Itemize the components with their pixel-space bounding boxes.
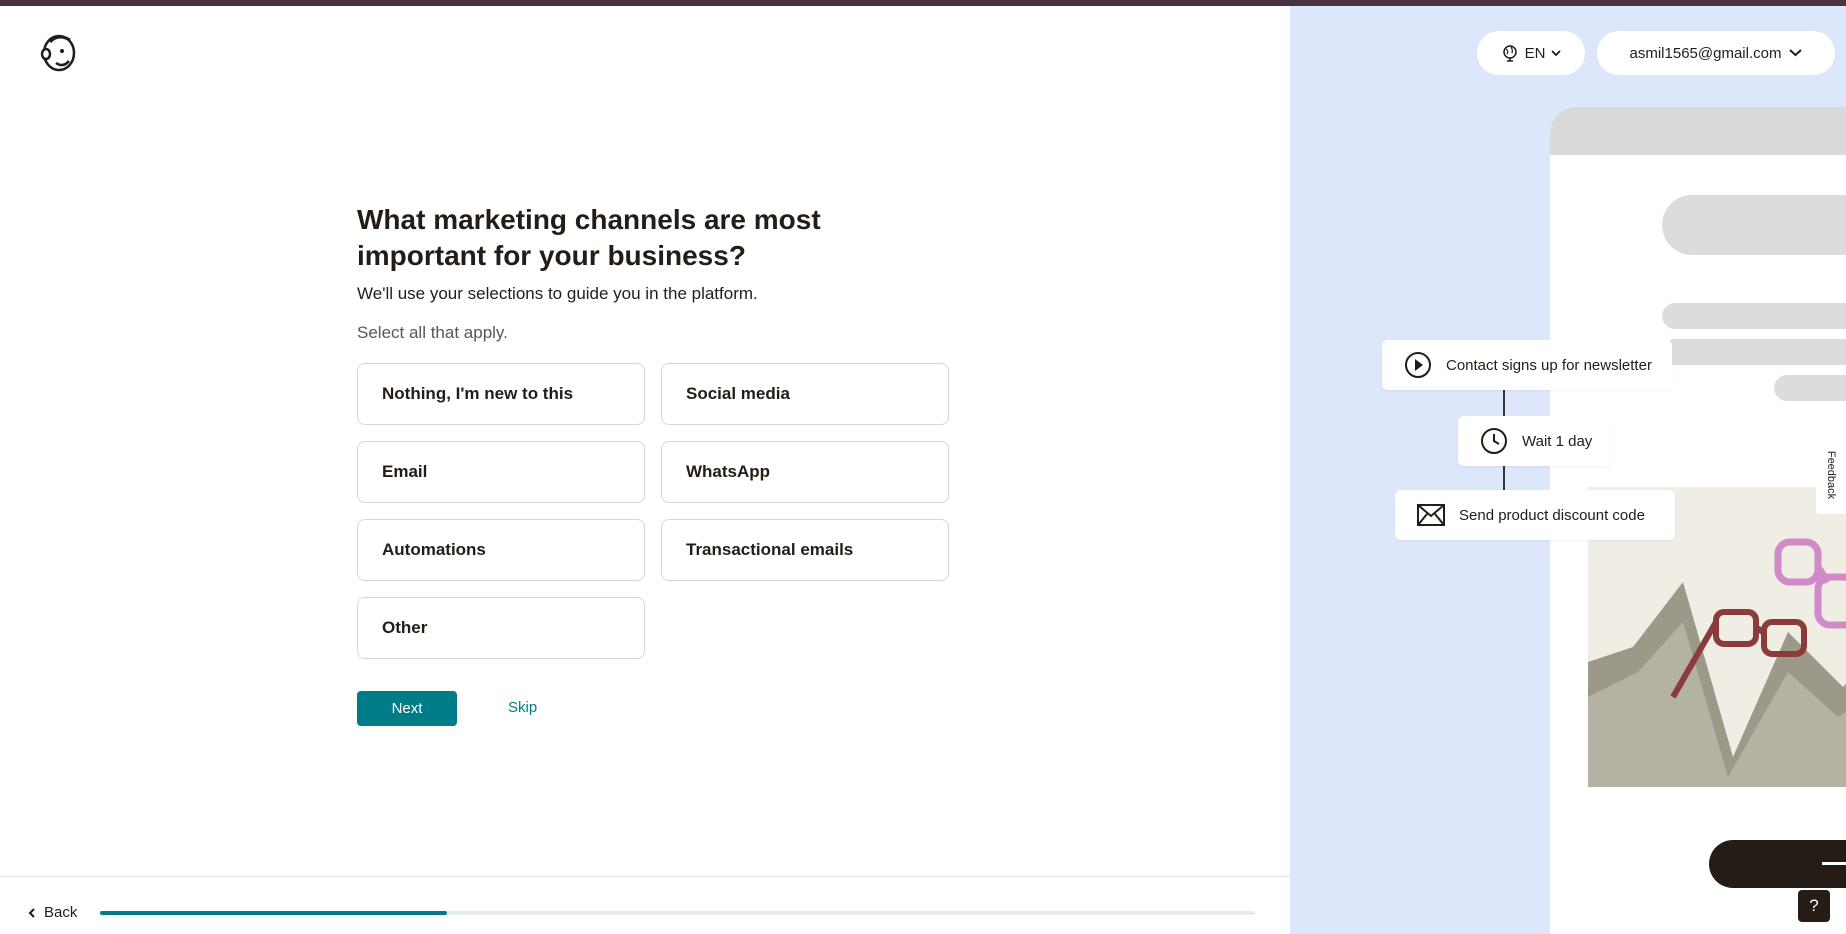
flow-step-send: Send product discount code <box>1395 490 1675 540</box>
flow-step-label: Wait 1 day <box>1522 432 1593 450</box>
play-circle-icon <box>1405 352 1431 378</box>
flow-step-label: Contact signs up for newsletter <box>1446 356 1652 374</box>
feedback-tab[interactable]: Feedback <box>1816 436 1846 514</box>
back-label: Back <box>44 904 78 921</box>
option-other[interactable]: Other <box>357 597 645 659</box>
envelope-icon <box>1417 504 1445 526</box>
mockup-header <box>1550 107 1846 155</box>
language-label: EN <box>1524 44 1546 62</box>
clock-icon <box>1481 428 1507 454</box>
page-title: What marketing channels are most importa… <box>357 204 821 271</box>
account-email: asmil1565@gmail.com <box>1629 44 1782 62</box>
flow-step-wait: Wait 1 day <box>1458 416 1612 466</box>
question-block: What marketing channels are most importa… <box>357 202 957 344</box>
mockup-placeholder <box>1774 375 1846 401</box>
globe-icon <box>1502 45 1517 62</box>
flow-connector <box>1503 462 1505 492</box>
option-whatsapp[interactable]: WhatsApp <box>661 441 949 503</box>
flow-step-signup: Contact signs up for newsletter <box>1382 340 1672 390</box>
feedback-label: Feedback <box>1825 450 1837 500</box>
chevron-down-icon <box>1789 49 1803 57</box>
flow-connector <box>1503 388 1505 418</box>
preview-cta-button <box>1709 840 1846 888</box>
help-button[interactable]: ? <box>1798 890 1830 922</box>
mockup-placeholder <box>1662 303 1846 329</box>
progress-fill <box>100 911 447 915</box>
account-menu[interactable]: asmil1565@gmail.com <box>1597 31 1835 75</box>
option-automations[interactable]: Automations <box>357 519 645 581</box>
option-social-media[interactable]: Social media <box>661 363 949 425</box>
mockup-placeholder <box>1662 195 1846 255</box>
option-email[interactable]: Email <box>357 441 645 503</box>
mockup-placeholder <box>1662 339 1846 365</box>
footer-divider <box>0 876 1290 877</box>
mailchimp-logo-icon[interactable] <box>38 30 80 74</box>
language-selector[interactable]: EN <box>1477 31 1585 75</box>
next-button[interactable]: Next <box>357 691 457 726</box>
chevron-down-icon <box>1551 49 1562 56</box>
skip-link[interactable]: Skip <box>508 699 537 716</box>
option-transactional-emails[interactable]: Transactional emails <box>661 519 949 581</box>
page-subtitle: We'll use your selections to guide you i… <box>357 284 758 303</box>
progress-bar <box>100 911 1255 915</box>
back-button[interactable]: Back <box>28 904 77 921</box>
option-nothing-new[interactable]: Nothing, I'm new to this <box>357 363 645 425</box>
flow-step-label: Send product discount code <box>1459 506 1645 524</box>
selection-hint: Select all that apply. <box>357 323 508 342</box>
preview-panel: EN asmil1565@gmail.com Contact signs up … <box>1290 6 1846 934</box>
onboarding-panel: What marketing channels are most importa… <box>0 6 1290 934</box>
chevron-left-icon <box>28 907 35 918</box>
